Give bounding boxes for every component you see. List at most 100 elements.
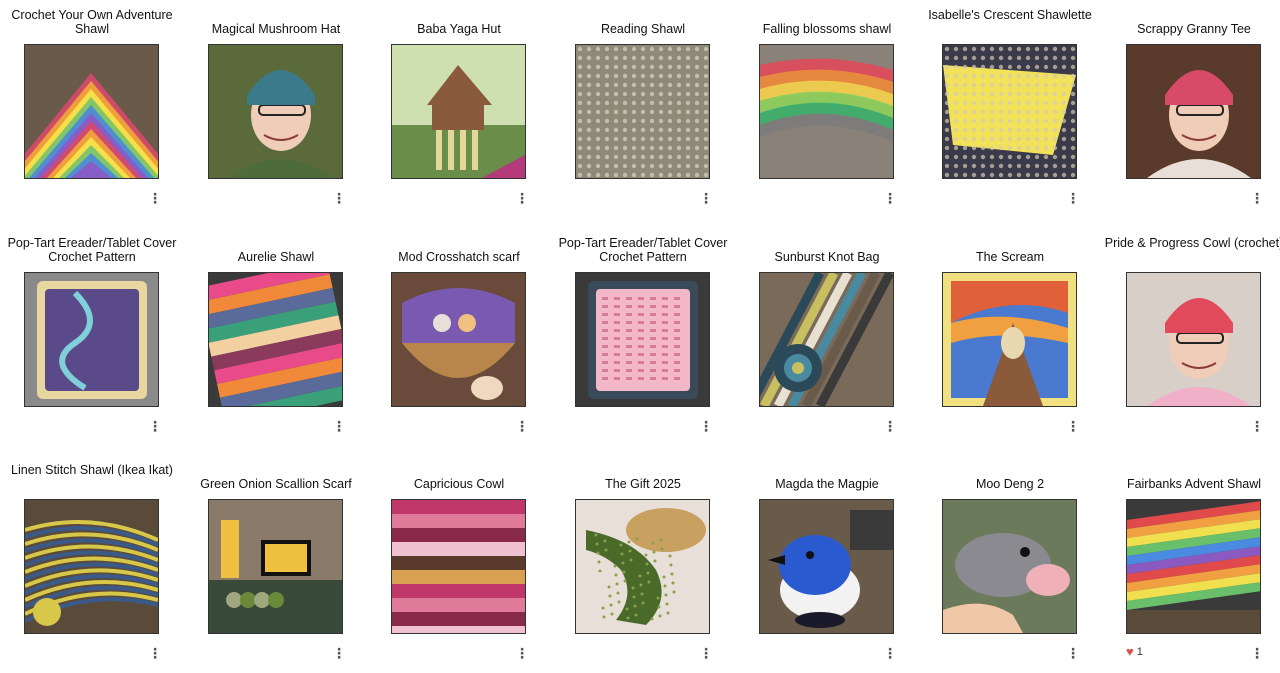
project-title[interactable]: Magda the Magpie: [735, 477, 919, 491]
project-title[interactable]: Magical Mushroom Hat: [184, 22, 368, 36]
project-thumbnail[interactable]: [575, 499, 710, 634]
project-title[interactable]: Falling blossoms shawl: [735, 22, 919, 36]
project-photo-art: [1127, 500, 1260, 633]
more-options-icon[interactable]: ⋮: [699, 646, 713, 660]
more-options-icon[interactable]: ⋮: [332, 191, 346, 205]
more-options-icon[interactable]: ⋮: [1250, 646, 1264, 660]
more-options-icon[interactable]: ⋮: [332, 646, 346, 660]
project-photo-art: [1127, 273, 1260, 406]
more-options-icon[interactable]: ⋮: [1250, 419, 1264, 433]
project-thumbnail[interactable]: [391, 272, 526, 407]
project-card[interactable]: Isabelle's Crescent Shawlette ⋮: [918, 8, 1102, 218]
project-title[interactable]: Baba Yaga Hut: [367, 22, 551, 36]
more-options-icon[interactable]: ⋮: [1066, 646, 1080, 660]
project-title[interactable]: Aurelie Shawl: [184, 250, 368, 264]
project-thumbnail[interactable]: [942, 272, 1077, 407]
project-card[interactable]: Fairbanks Advent Shawl ♥ 1 ⋮: [1102, 463, 1280, 673]
project-photo-art: [943, 500, 1076, 633]
more-options-icon[interactable]: ⋮: [883, 191, 897, 205]
project-title[interactable]: Mod Crosshatch scarf: [367, 250, 551, 264]
project-title[interactable]: Reading Shawl: [551, 22, 735, 36]
project-card[interactable]: Falling blossoms shawl ⋮: [735, 8, 919, 218]
project-card[interactable]: Reading Shawl ⋮: [551, 8, 735, 218]
project-card[interactable]: Linen Stitch Shawl (Ikea Ikat) ⋮: [0, 463, 184, 673]
more-options-icon[interactable]: ⋮: [1066, 191, 1080, 205]
project-card[interactable]: Green Onion Scallion Scarf ⋮: [184, 463, 368, 673]
project-thumbnail[interactable]: [759, 44, 894, 179]
more-options-icon[interactable]: ⋮: [332, 419, 346, 433]
project-thumbnail[interactable]: [208, 499, 343, 634]
project-thumbnail[interactable]: [759, 499, 894, 634]
project-thumbnail[interactable]: [759, 272, 894, 407]
project-photo-art: [760, 45, 893, 178]
project-title[interactable]: Pop-Tart Ereader/Tablet Cover Crochet Pa…: [551, 236, 735, 264]
project-card[interactable]: Pop-Tart Ereader/Tablet Cover Crochet Pa…: [0, 236, 184, 446]
project-thumbnail[interactable]: [575, 272, 710, 407]
more-options-icon[interactable]: ⋮: [883, 646, 897, 660]
project-title[interactable]: Linen Stitch Shawl (Ikea Ikat): [0, 463, 184, 477]
heart-icon: ♥: [1126, 644, 1134, 659]
project-thumbnail[interactable]: [24, 44, 159, 179]
more-options-icon[interactable]: ⋮: [1250, 191, 1264, 205]
project-card[interactable]: Pop-Tart Ereader/Tablet Cover Crochet Pa…: [551, 236, 735, 446]
project-photo-art: [576, 45, 709, 178]
project-title[interactable]: Sunburst Knot Bag: [735, 250, 919, 264]
project-thumbnail[interactable]: [24, 499, 159, 634]
more-options-icon[interactable]: ⋮: [515, 419, 529, 433]
project-thumbnail[interactable]: [575, 44, 710, 179]
project-photo-art: [25, 45, 158, 178]
project-title[interactable]: Crochet Your Own Adventure Shawl: [0, 8, 184, 36]
project-card[interactable]: Pride & Progress Cowl (crochet) ⋮: [1102, 236, 1280, 446]
more-options-icon[interactable]: ⋮: [699, 419, 713, 433]
more-options-icon[interactable]: ⋮: [1066, 419, 1080, 433]
project-photo-art: [209, 45, 342, 178]
project-title[interactable]: Pride & Progress Cowl (crochet): [1102, 236, 1280, 250]
likes-number: 1: [1136, 646, 1143, 658]
project-card[interactable]: Capricious Cowl ⋮: [367, 463, 551, 673]
project-title[interactable]: Fairbanks Advent Shawl: [1102, 477, 1280, 491]
more-options-icon[interactable]: ⋮: [883, 419, 897, 433]
project-photo-art: [760, 273, 893, 406]
project-photo-art: [25, 273, 158, 406]
project-card[interactable]: Scrappy Granny Tee ⋮: [1102, 8, 1280, 218]
project-card[interactable]: Aurelie Shawl ⋮: [184, 236, 368, 446]
project-thumbnail[interactable]: [24, 272, 159, 407]
project-card[interactable]: The Scream ⋮: [918, 236, 1102, 446]
more-options-icon[interactable]: ⋮: [699, 191, 713, 205]
project-thumbnail[interactable]: [1126, 44, 1261, 179]
project-card[interactable]: The Gift 2025 ⋮: [551, 463, 735, 673]
project-thumbnail[interactable]: [1126, 499, 1261, 634]
project-title[interactable]: Isabelle's Crescent Shawlette: [918, 8, 1102, 22]
project-card[interactable]: Mod Crosshatch scarf ⋮: [367, 236, 551, 446]
project-title[interactable]: Scrappy Granny Tee: [1102, 22, 1280, 36]
project-thumbnail[interactable]: [208, 272, 343, 407]
project-card[interactable]: Magical Mushroom Hat ⋮: [184, 8, 368, 218]
project-thumbnail[interactable]: [391, 44, 526, 179]
project-title[interactable]: Moo Deng 2: [918, 477, 1102, 491]
project-thumbnail[interactable]: [1126, 272, 1261, 407]
project-thumbnail[interactable]: [942, 499, 1077, 634]
project-photo-art: [1127, 45, 1260, 178]
project-card[interactable]: Magda the Magpie ⋮: [735, 463, 919, 673]
project-title[interactable]: Pop-Tart Ereader/Tablet Cover Crochet Pa…: [0, 236, 184, 264]
project-thumbnail[interactable]: [942, 44, 1077, 179]
more-options-icon[interactable]: ⋮: [515, 646, 529, 660]
likes-count[interactable]: ♥ 1: [1126, 645, 1143, 659]
project-card[interactable]: Crochet Your Own Adventure Shawl ⋮: [0, 8, 184, 218]
project-thumbnail[interactable]: [391, 499, 526, 634]
more-options-icon[interactable]: ⋮: [148, 191, 162, 205]
project-title[interactable]: Green Onion Scallion Scarf: [184, 477, 368, 491]
more-options-icon[interactable]: ⋮: [148, 646, 162, 660]
project-thumbnail[interactable]: [208, 44, 343, 179]
more-options-icon[interactable]: ⋮: [515, 191, 529, 205]
project-card[interactable]: Moo Deng 2 ⋮: [918, 463, 1102, 673]
more-options-icon[interactable]: ⋮: [148, 419, 162, 433]
project-photo-art: [943, 273, 1076, 406]
project-title[interactable]: Capricious Cowl: [367, 477, 551, 491]
project-title[interactable]: The Gift 2025: [551, 477, 735, 491]
project-photo-art: [392, 500, 525, 633]
project-card[interactable]: Sunburst Knot Bag ⋮: [735, 236, 919, 446]
project-title[interactable]: The Scream: [918, 250, 1102, 264]
project-photo-art: [576, 500, 709, 633]
project-card[interactable]: Baba Yaga Hut ⋮: [367, 8, 551, 218]
